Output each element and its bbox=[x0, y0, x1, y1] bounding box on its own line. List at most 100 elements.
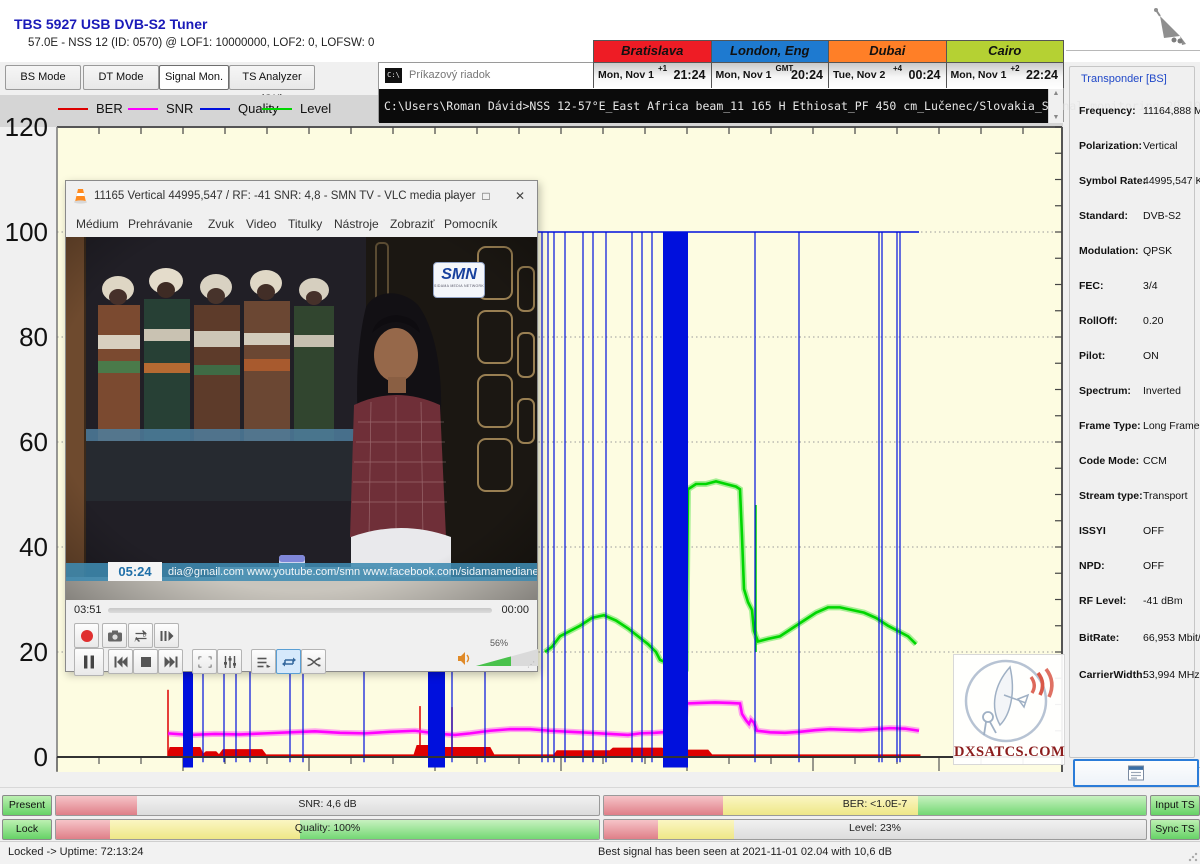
clock-offset: +4 bbox=[893, 64, 902, 73]
field-value: 0.20 bbox=[1143, 315, 1163, 327]
menu-playback[interactable]: Prehrávanie bbox=[128, 217, 193, 231]
menu-subtitles[interactable]: Titulky bbox=[288, 217, 322, 231]
speaker-icon[interactable] bbox=[458, 652, 471, 665]
playlist-button[interactable] bbox=[251, 649, 276, 674]
cmd-console[interactable]: C:\Users\Roman Dávid>NSS 12-57°E_East Af… bbox=[379, 89, 1051, 123]
field-value: ON bbox=[1143, 350, 1159, 362]
pause-button[interactable] bbox=[74, 648, 104, 676]
seek-bar[interactable] bbox=[108, 608, 492, 613]
legend-ber: BER bbox=[58, 101, 123, 121]
field-value: Transport bbox=[1143, 490, 1188, 502]
scroll-down-icon[interactable]: ▼ bbox=[1049, 113, 1063, 123]
field-label: BitRate: bbox=[1079, 632, 1119, 644]
transponder-field-row: ISSYIOFF bbox=[1079, 517, 1195, 552]
vlc-window-title: 11165 Vertical 44995,547 / RF: -41 SNR: … bbox=[94, 190, 476, 202]
transponder-field-row: Polarization:Vertical bbox=[1079, 132, 1195, 167]
clock-time: 00:24 bbox=[909, 68, 941, 82]
vlc-cone-icon bbox=[73, 188, 88, 204]
vlc-seek-row: 03:51 00:00 bbox=[66, 600, 537, 621]
cmd-scrollbar[interactable]: ▲ ▼ bbox=[1048, 89, 1063, 123]
menu-view[interactable]: Zobraziť bbox=[390, 217, 435, 231]
quality-line-swatch bbox=[200, 108, 230, 110]
minimize-button[interactable]: – bbox=[435, 181, 469, 211]
record-button[interactable] bbox=[74, 623, 99, 648]
field-label: Symbol Rate: bbox=[1079, 175, 1146, 187]
clock-city: Dubai bbox=[829, 41, 946, 63]
lock-button[interactable]: Lock bbox=[2, 819, 52, 840]
snapshot-button[interactable] bbox=[102, 623, 127, 648]
present-button[interactable]: Present bbox=[2, 795, 52, 816]
menu-video[interactable]: Video bbox=[246, 217, 276, 231]
field-label: NPD: bbox=[1079, 560, 1105, 572]
field-label: CarrierWidth: bbox=[1079, 669, 1146, 681]
field-value: 66,953 Mbit/s bbox=[1143, 632, 1200, 644]
snr-line-swatch bbox=[128, 108, 158, 110]
maximize-button[interactable]: □ bbox=[469, 181, 503, 211]
smn-logo-subtext: SIDAMA MEDIA NETWORK bbox=[434, 284, 484, 288]
transponder-panel: Transponder [BS] Frequency:11164,888 MHz… bbox=[1064, 52, 1200, 788]
input-ts-button[interactable]: Input TS bbox=[1150, 795, 1200, 816]
frame-step-button[interactable] bbox=[154, 623, 179, 648]
dxsatcs-logo-icon bbox=[954, 655, 1062, 743]
equalizer-button[interactable] bbox=[217, 649, 242, 674]
field-label: RF Level: bbox=[1079, 595, 1126, 607]
transponder-groupbox: Transponder [BS] Frequency:11164,888 MHz… bbox=[1069, 66, 1195, 758]
video-frame[interactable]: SMN SIDAMA MEDIA NETWORK 05:24 dia@gmail… bbox=[66, 237, 537, 600]
clock-date: Tue, Nov 2 bbox=[833, 69, 885, 81]
menu-tools[interactable]: Nástroje bbox=[334, 217, 379, 231]
vlc-menubar: Médium Prehrávanie Zvuk Video Titulky Ná… bbox=[66, 211, 537, 237]
sync-ts-button[interactable]: Sync TS bbox=[1150, 819, 1200, 840]
clock-bratislava: Bratislava Mon, Nov 1+121:24 bbox=[594, 41, 712, 87]
loop-ab-button[interactable]: AB bbox=[128, 623, 153, 648]
stop-button[interactable] bbox=[133, 649, 158, 674]
clock-city: Cairo bbox=[947, 41, 1064, 63]
snr-bar: SNR: 4,6 dB bbox=[55, 795, 600, 816]
clock-cairo: Cairo Mon, Nov 1+222:24 bbox=[947, 41, 1064, 87]
svg-text:B: B bbox=[142, 632, 146, 638]
menu-medium[interactable]: Médium bbox=[76, 217, 119, 231]
vlc-resize-grip[interactable]: ⋰ bbox=[527, 661, 535, 669]
field-value: 11164,888 MHz bbox=[1143, 105, 1200, 117]
volume-percent: 56% bbox=[490, 638, 508, 648]
quality-bar: Quality: 100% bbox=[55, 819, 600, 840]
vlc-titlebar[interactable]: 11165 Vertical 44995,547 / RF: -41 SNR: … bbox=[66, 181, 537, 211]
transponder-field-row: Pilot:ON bbox=[1079, 342, 1195, 377]
close-button[interactable]: ✕ bbox=[503, 181, 537, 211]
panel-divider bbox=[1066, 50, 1200, 51]
clock-london: London, Eng Mon, Nov 1GMT20:24 bbox=[712, 41, 830, 87]
tab-dt-mode[interactable]: DT Mode bbox=[83, 65, 159, 90]
resize-grip[interactable] bbox=[1188, 852, 1198, 862]
tab-bs-mode[interactable]: BS Mode bbox=[5, 65, 81, 90]
field-value: Long Frame bbox=[1143, 420, 1200, 432]
field-value: 53,994 MHz bbox=[1143, 669, 1200, 681]
field-label: Standard: bbox=[1079, 210, 1128, 222]
clock-date: Mon, Nov 1 bbox=[598, 69, 654, 81]
transponder-list-button[interactable] bbox=[1073, 759, 1199, 787]
field-label: FEC: bbox=[1079, 280, 1104, 292]
loop-button[interactable] bbox=[276, 649, 301, 674]
ber-bar: BER: <1.0E-7 bbox=[603, 795, 1147, 816]
level-bar: Level: 23% bbox=[603, 819, 1147, 840]
scroll-up-icon[interactable]: ▲ bbox=[1049, 89, 1063, 99]
fullscreen-button[interactable] bbox=[192, 649, 217, 674]
field-label: Modulation: bbox=[1079, 245, 1138, 257]
next-button[interactable] bbox=[158, 649, 183, 674]
field-value: OFF bbox=[1143, 525, 1164, 537]
clock-time: 22:24 bbox=[1026, 68, 1058, 82]
field-value: CCM bbox=[1143, 455, 1167, 467]
menu-help[interactable]: Pomocník bbox=[444, 217, 497, 231]
groupbox-title: Transponder [BS] bbox=[1078, 73, 1170, 85]
y-axis-tick-label: 40 bbox=[0, 532, 48, 563]
shuffle-button[interactable] bbox=[301, 649, 326, 674]
menu-audio[interactable]: Zvuk bbox=[208, 217, 234, 231]
list-icon bbox=[1128, 766, 1144, 781]
transponder-field-row: RF Level:-41 dBm bbox=[1079, 587, 1195, 624]
transponder-field-row: CarrierWidth:53,994 MHz bbox=[1079, 661, 1195, 698]
tab-signal-mon[interactable]: Signal Mon. bbox=[159, 65, 229, 90]
previous-button[interactable] bbox=[108, 649, 133, 674]
level-line-swatch bbox=[262, 108, 292, 110]
transponder-field-row: FEC:3/4 bbox=[1079, 272, 1195, 307]
field-value: Inverted bbox=[1143, 385, 1181, 397]
field-value: DVB-S2 bbox=[1143, 210, 1181, 222]
tab-ts-analyzer[interactable]: TS Analyzer (OK) bbox=[229, 65, 315, 90]
